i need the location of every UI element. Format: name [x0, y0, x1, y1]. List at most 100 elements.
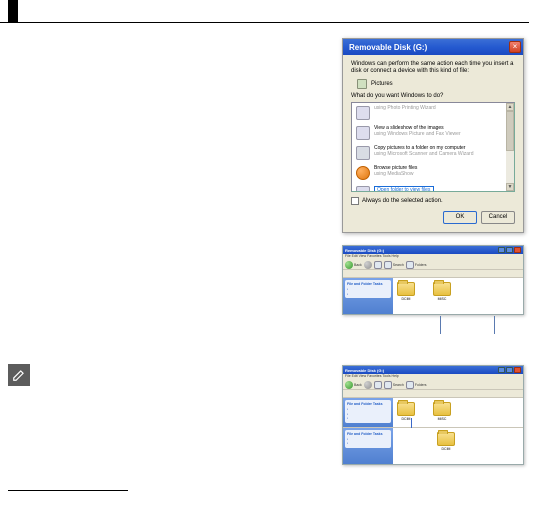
back-icon [345, 381, 353, 389]
close-icon[interactable]: × [509, 41, 521, 53]
folder-icon [397, 282, 415, 296]
folder-item[interactable]: DCIM [397, 402, 415, 421]
callout-line [494, 316, 495, 334]
folder-label: DCIM [442, 447, 451, 451]
maximize-icon[interactable] [506, 247, 513, 253]
page-marker [8, 0, 18, 22]
up-icon[interactable] [374, 381, 382, 389]
explorer-pane-top: File and Folder Tasks ▪ ▪ ▪ DCIM MISC [343, 398, 523, 427]
search-icon [384, 381, 392, 389]
search-button[interactable]: Search [384, 261, 404, 269]
explorer-title: Removable Disk (G:) [345, 368, 497, 373]
folder-item[interactable]: MISC [433, 402, 451, 421]
folder-item[interactable]: MISC [433, 282, 451, 301]
explorer-sidebar: File and Folder Tasks ▪ ▪ [343, 428, 393, 465]
dialog-buttons: OK Cancel [351, 211, 515, 224]
content-type-label: Pictures [371, 81, 393, 87]
minimize-icon[interactable] [498, 247, 505, 253]
dialog-title: Removable Disk (G:) [349, 43, 509, 52]
explorer-title: Removable Disk (G:) [345, 248, 497, 253]
scroll-down-icon[interactable]: ▼ [506, 183, 514, 191]
folders-icon [406, 381, 414, 389]
explorer-main: DCIM [393, 428, 523, 465]
forward-icon[interactable] [364, 381, 372, 389]
dialog-ask: What do you want Windows to do? [351, 93, 515, 99]
explorer-main: DCIM MISC [393, 278, 523, 314]
folders-icon [406, 261, 414, 269]
action-item[interactable]: Browse picture files using MediaShow [352, 163, 514, 183]
address-bar[interactable] [343, 270, 523, 278]
action-sub: using Microsoft Scanner and Camera Wizar… [374, 152, 474, 158]
action-sub: using Windows Picture and Fax Viewer [374, 132, 461, 138]
folder-item[interactable]: DCIM [397, 282, 415, 301]
search-button[interactable]: Search [384, 381, 404, 389]
folder-open-icon [356, 186, 370, 192]
tasks-panel: File and Folder Tasks ▪ ▪ [345, 430, 391, 448]
autoplay-dialog: Removable Disk (G:) × Windows can perfor… [342, 38, 524, 233]
back-button[interactable]: Back [345, 381, 362, 389]
search-icon [384, 261, 392, 269]
folder-label: MISC [438, 417, 447, 421]
explorer-titlebar: Removable Disk (G:) [343, 246, 523, 254]
dialog-body: Windows can perform the same action each… [343, 55, 523, 232]
minimize-icon[interactable] [498, 367, 505, 373]
mediashow-icon [356, 166, 370, 180]
task-link[interactable]: ▪ [347, 441, 389, 445]
back-button[interactable]: Back [345, 261, 362, 269]
folder-label: DCIM [402, 417, 411, 421]
up-icon[interactable] [374, 261, 382, 269]
top-rule [0, 22, 529, 23]
close-icon[interactable] [514, 247, 521, 253]
tasks-title: File and Folder Tasks [347, 402, 389, 406]
explorer-toolbar: Back Search Folders [343, 260, 523, 270]
ok-button[interactable]: OK [443, 211, 477, 224]
back-icon [345, 261, 353, 269]
content-type-row: Pictures [357, 79, 515, 89]
explorer-window-2: Removable Disk (G:) File Edit View Favor… [342, 365, 524, 465]
always-label: Always do the selected action. [362, 198, 443, 204]
bottom-rule [8, 490, 128, 491]
tasks-panel: File and Folder Tasks ▪ ▪ [345, 280, 391, 298]
camera-icon [356, 146, 370, 160]
close-icon[interactable] [514, 367, 521, 373]
explorer-pane-bottom: File and Folder Tasks ▪ ▪ DCIM [343, 427, 523, 465]
scroll-up-icon[interactable]: ▲ [506, 103, 514, 111]
action-list[interactable]: using Photo Printing Wizard View a slide… [351, 102, 515, 192]
pictures-icon [357, 79, 367, 89]
folders-button[interactable]: Folders [406, 381, 427, 389]
slideshow-icon [356, 126, 370, 140]
scrollbar[interactable]: ▲ ▼ [506, 103, 514, 191]
callout-line [440, 316, 441, 334]
folder-icon [437, 432, 455, 446]
task-link[interactable]: ▪ [347, 407, 389, 411]
folder-item[interactable]: DCIM [437, 432, 455, 451]
action-title: Open folder to view files [377, 188, 431, 192]
always-checkbox[interactable] [351, 197, 359, 205]
forward-icon[interactable] [364, 261, 372, 269]
tasks-title: File and Folder Tasks [347, 282, 389, 286]
task-link[interactable]: ▪ [347, 437, 389, 441]
folders-button[interactable]: Folders [406, 261, 427, 269]
action-sub: using MediaShow [374, 172, 417, 178]
task-link[interactable]: ▪ [347, 412, 389, 416]
folder-label: MISC [438, 297, 447, 301]
task-link[interactable]: ▪ [347, 292, 389, 296]
action-title: using Photo Printing Wizard [374, 106, 436, 112]
address-bar[interactable] [343, 390, 523, 398]
scroll-thumb[interactable] [506, 111, 514, 151]
action-item[interactable]: View a slideshow of the images using Win… [352, 123, 514, 143]
action-item[interactable]: using Photo Printing Wizard [352, 103, 514, 123]
folder-icon [433, 402, 451, 416]
task-link[interactable]: ▪ [347, 287, 389, 291]
dialog-prompt: Windows can perform the same action each… [351, 61, 515, 75]
maximize-icon[interactable] [506, 367, 513, 373]
explorer-toolbar: Back Search Folders [343, 380, 523, 390]
tasks-title: File and Folder Tasks [347, 432, 389, 436]
explorer-content: File and Folder Tasks ▪ ▪ ▪ DCIM MISC [343, 398, 523, 464]
tasks-panel: File and Folder Tasks ▪ ▪ ▪ [345, 400, 391, 423]
explorer-sidebar: File and Folder Tasks ▪ ▪ ▪ [343, 398, 393, 427]
action-item[interactable]: Copy pictures to a folder on my computer… [352, 143, 514, 163]
cancel-button[interactable]: Cancel [481, 211, 515, 224]
action-item-selected[interactable]: Open folder to view files using Windows … [352, 183, 514, 192]
task-link[interactable]: ▪ [347, 416, 389, 420]
